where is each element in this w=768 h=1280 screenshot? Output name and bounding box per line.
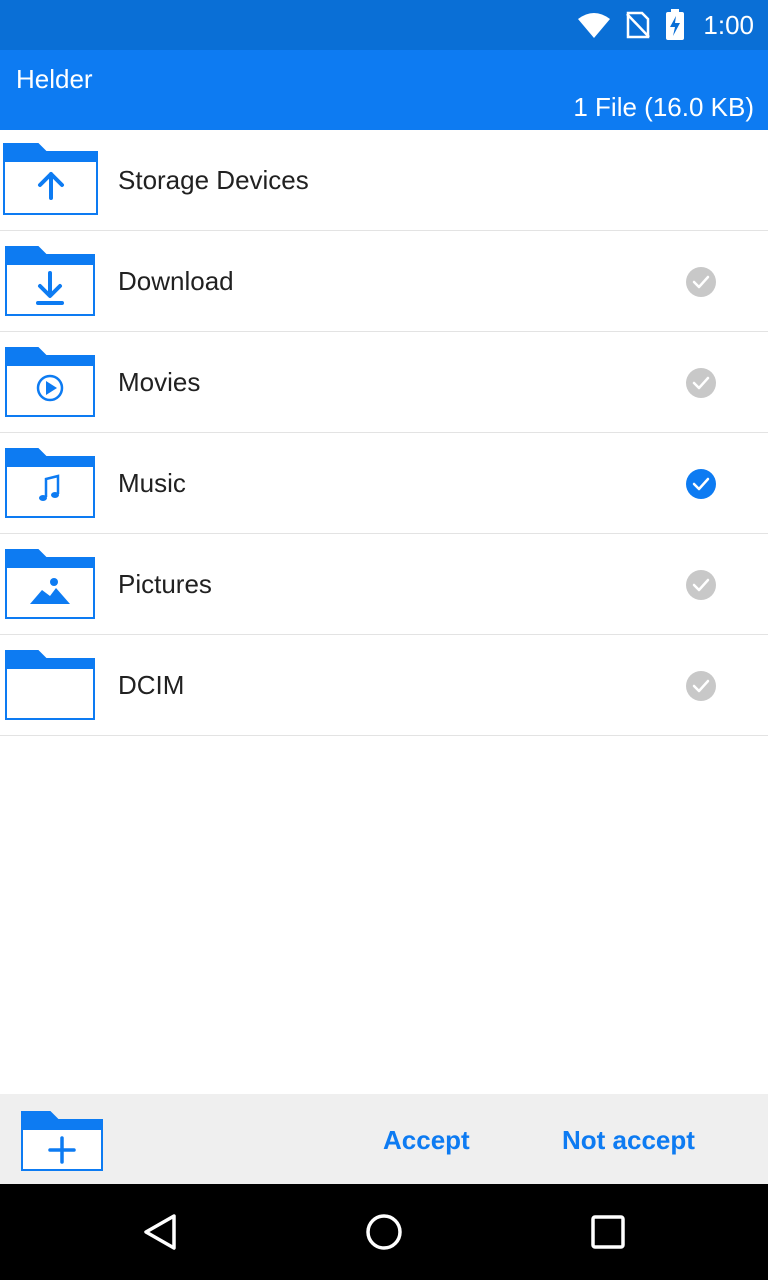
list-item-movies[interactable]: Movies bbox=[0, 332, 768, 433]
folder-list: Storage Devices Download Movies Music Pi… bbox=[0, 130, 768, 736]
file-summary: 1 File (16.0 KB) bbox=[573, 92, 754, 122]
list-item-pictures[interactable]: Pictures bbox=[0, 534, 768, 635]
list-item-storage-devices[interactable]: Storage Devices bbox=[0, 130, 768, 231]
folder-music-icon bbox=[5, 448, 95, 518]
folder-icon bbox=[5, 650, 95, 720]
list-item-music[interactable]: Music bbox=[0, 433, 768, 534]
battery-charging-icon bbox=[666, 9, 685, 40]
folder-movies-icon bbox=[5, 347, 95, 417]
not-accept-button[interactable]: Not accept bbox=[562, 1094, 695, 1186]
accept-button[interactable]: Accept bbox=[383, 1094, 470, 1186]
wifi-icon bbox=[578, 13, 611, 38]
no-sim-icon bbox=[626, 11, 651, 39]
list-item-download[interactable]: Download bbox=[0, 231, 768, 332]
unchecked-circle-icon[interactable] bbox=[686, 671, 716, 701]
status-icons: 1:00 bbox=[577, 0, 754, 50]
app-title: Helder bbox=[16, 64, 93, 94]
folder-pictures-icon bbox=[5, 549, 95, 619]
folder-label: Pictures bbox=[118, 569, 212, 599]
folder-download-icon bbox=[5, 246, 95, 316]
back-icon[interactable] bbox=[140, 1212, 180, 1252]
list-item-dcim[interactable]: DCIM bbox=[0, 635, 768, 736]
status-time: 1:00 bbox=[703, 9, 754, 40]
unchecked-circle-icon[interactable] bbox=[686, 368, 716, 398]
navigation-bar bbox=[0, 1184, 768, 1280]
folder-up-icon bbox=[3, 143, 98, 215]
folder-label: Storage Devices bbox=[118, 165, 309, 195]
checked-circle-icon[interactable] bbox=[686, 469, 716, 499]
home-icon[interactable] bbox=[364, 1212, 404, 1252]
folder-label: Download bbox=[118, 266, 234, 296]
unchecked-circle-icon[interactable] bbox=[686, 267, 716, 297]
recents-icon[interactable] bbox=[588, 1212, 628, 1252]
unchecked-circle-icon[interactable] bbox=[686, 570, 716, 600]
bottom-action-bar: Accept Not accept bbox=[0, 1094, 768, 1184]
folder-label: Movies bbox=[118, 367, 201, 397]
new-folder-icon[interactable] bbox=[20, 1110, 104, 1172]
app-bar: Helder 1 File (16.0 KB) bbox=[0, 50, 768, 130]
folder-label: Music bbox=[118, 468, 186, 498]
status-bar: 1:00 bbox=[0, 0, 768, 50]
folder-label: DCIM bbox=[118, 670, 185, 700]
